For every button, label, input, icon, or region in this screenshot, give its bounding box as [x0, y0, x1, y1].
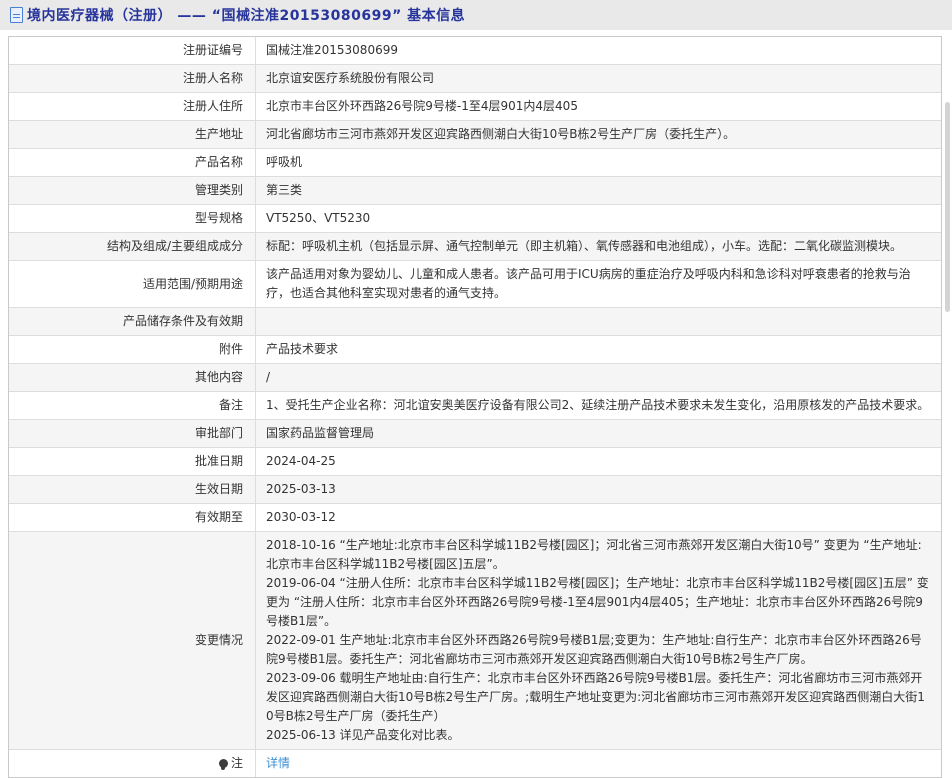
- field-label: 注: [9, 750, 256, 777]
- field-label: 注册人名称: [9, 65, 256, 92]
- field-value: 第三类: [256, 177, 941, 204]
- row-registrant-address: 注册人住所 北京市丰台区外环西路26号院9号楼-1至4层901内4层405: [9, 93, 941, 121]
- field-label: 型号规格: [9, 205, 256, 232]
- row-product-name: 产品名称 呼吸机: [9, 149, 941, 177]
- field-value: 北京谊安医疗系统股份有限公司: [256, 65, 941, 92]
- note-label-text: 注: [231, 754, 243, 773]
- row-model-spec: 型号规格 VT5250、VT5230: [9, 205, 941, 233]
- field-label: 管理类别: [9, 177, 256, 204]
- row-effective-date: 生效日期 2025-03-13: [9, 476, 941, 504]
- change-record-entry: 2018-10-16 “生产地址:北京市丰台区科学城11B2号楼[园区]；河北省…: [266, 536, 931, 574]
- page-title: 境内医疗器械（注册） —— “国械注准20153080699” 基本信息: [27, 5, 465, 25]
- field-value: VT5250、VT5230: [256, 205, 941, 232]
- field-value: 2025-03-13: [256, 476, 941, 503]
- row-remarks: 备注 1、受托生产企业名称：河北谊安奥美医疗设备有限公司2、延续注册产品技术要求…: [9, 392, 941, 420]
- field-value: 产品技术要求: [256, 336, 941, 363]
- field-label: 批准日期: [9, 448, 256, 475]
- row-management-category: 管理类别 第三类: [9, 177, 941, 205]
- row-change-records: 变更情况 2018-10-16 “生产地址:北京市丰台区科学城11B2号楼[园区…: [9, 532, 941, 750]
- change-record-entry: 2023-09-06 载明生产地址由:自行生产：北京市丰台区外环西路26号院9号…: [266, 669, 931, 726]
- row-registration-cert-number: 注册证编号 国械注准20153080699: [9, 37, 941, 65]
- bulb-icon: [219, 759, 228, 768]
- field-label: 结构及组成/主要组成成分: [9, 233, 256, 260]
- field-value: 北京市丰台区外环西路26号院9号楼-1至4层901内4层405: [256, 93, 941, 120]
- field-label: 适用范围/预期用途: [9, 261, 256, 307]
- row-note: 注 详情: [9, 750, 941, 777]
- field-value: 国家药品监督管理局: [256, 420, 941, 447]
- field-value: 标配：呼吸机主机（包括显示屏、通气控制单元（即主机箱）、氧传感器和电池组成），小…: [256, 233, 941, 260]
- row-production-address: 生产地址 河北省廊坊市三河市燕郊开发区迎宾路西侧潮白大街10号B栋2号生产厂房（…: [9, 121, 941, 149]
- field-value: 详情: [256, 750, 941, 777]
- row-structure-composition: 结构及组成/主要组成成分 标配：呼吸机主机（包括显示屏、通气控制单元（即主机箱）…: [9, 233, 941, 261]
- field-label: 有效期至: [9, 504, 256, 531]
- change-record-entry: 2022-09-01 生产地址:北京市丰台区外环西路26号院9号楼B1层;变更为…: [266, 631, 931, 669]
- row-approval-department: 审批部门 国家药品监督管理局: [9, 420, 941, 448]
- field-value: 国械注准20153080699: [256, 37, 941, 64]
- row-storage-conditions: 产品储存条件及有效期: [9, 308, 941, 336]
- field-label: 生产地址: [9, 121, 256, 148]
- row-approval-date: 批准日期 2024-04-25: [9, 448, 941, 476]
- field-label: 生效日期: [9, 476, 256, 503]
- field-label: 其他内容: [9, 364, 256, 391]
- field-label: 产品储存条件及有效期: [9, 308, 256, 335]
- scrollbar-thumb[interactable]: [945, 102, 950, 312]
- field-label: 备注: [9, 392, 256, 419]
- basic-info-table: 注册证编号 国械注准20153080699 注册人名称 北京谊安医疗系统股份有限…: [8, 36, 942, 778]
- field-value: 河北省廊坊市三河市燕郊开发区迎宾路西侧潮白大街10号B栋2号生产厂房（委托生产）…: [256, 121, 941, 148]
- field-label: 注册人住所: [9, 93, 256, 120]
- row-attachments: 附件 产品技术要求: [9, 336, 941, 364]
- field-label: 审批部门: [9, 420, 256, 447]
- field-value: 该产品适用对象为婴幼儿、儿童和成人患者。该产品可用于ICU病房的重症治疗及呼吸内…: [256, 261, 941, 307]
- row-expiry-date: 有效期至 2030-03-12: [9, 504, 941, 532]
- document-icon: [10, 7, 23, 23]
- field-label: 产品名称: [9, 149, 256, 176]
- change-record-entry: 2025-06-13 详见产品变化对比表。: [266, 726, 931, 745]
- field-label: 附件: [9, 336, 256, 363]
- field-label: 注册证编号: [9, 37, 256, 64]
- change-record-entry: 2019-06-04 “注册人住所：北京市丰台区科学城11B2号楼[园区]；生产…: [266, 574, 931, 631]
- field-value: [256, 308, 941, 335]
- field-value: 呼吸机: [256, 149, 941, 176]
- row-registrant-name: 注册人名称 北京谊安医疗系统股份有限公司: [9, 65, 941, 93]
- row-other-content: 其他内容 /: [9, 364, 941, 392]
- field-value: 2024-04-25: [256, 448, 941, 475]
- row-intended-use: 适用范围/预期用途 该产品适用对象为婴幼儿、儿童和成人患者。该产品可用于ICU病…: [9, 261, 941, 308]
- field-value: 1、受托生产企业名称：河北谊安奥美医疗设备有限公司2、延续注册产品技术要求未发生…: [256, 392, 941, 419]
- field-value: 2018-10-16 “生产地址:北京市丰台区科学城11B2号楼[园区]；河北省…: [256, 532, 941, 749]
- page-header: 境内医疗器械（注册） —— “国械注准20153080699” 基本信息: [0, 0, 952, 30]
- detail-link[interactable]: 详情: [266, 754, 290, 773]
- field-label: 变更情况: [9, 532, 256, 749]
- field-value: /: [256, 364, 941, 391]
- field-value: 2030-03-12: [256, 504, 941, 531]
